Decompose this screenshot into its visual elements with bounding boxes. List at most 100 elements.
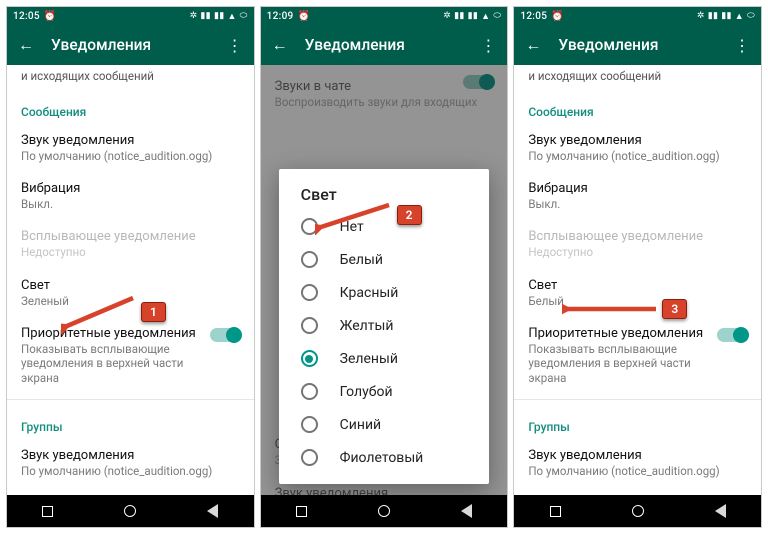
- setting-vibration[interactable]: Вибрация Выкл.: [528, 173, 747, 221]
- option-label: Зеленый: [340, 351, 398, 367]
- section-header-messages: Сообщения: [21, 85, 240, 125]
- setting-priority[interactable]: Приоритетные уведомления Показывать вспл…: [528, 318, 747, 395]
- setting-group-vibration[interactable]: Вибрация: [21, 489, 240, 495]
- setting-priority[interactable]: Приоритетные уведомления Показывать вспл…: [21, 318, 240, 395]
- option-label: Желтый: [340, 318, 394, 334]
- section-header-groups: Группы: [528, 400, 747, 440]
- overflow-menu-button[interactable]: ⋮: [477, 36, 499, 55]
- arrow-left-icon: ←: [18, 35, 34, 55]
- home-button[interactable]: [124, 505, 136, 517]
- status-indicators: ✲ ▮▮ ▮▮ ▲ ⬭: [443, 11, 501, 22]
- recent-apps-button[interactable]: [296, 506, 307, 517]
- phone-screen-2: 12:09 ⏰ ✲ ▮▮ ▮▮ ▲ ⬭ ← Уведомления ⋮ Звук…: [260, 6, 509, 528]
- status-time: 12:05: [13, 11, 40, 22]
- light-option-purple[interactable]: Фиолетовый: [283, 441, 486, 474]
- arrow-left-icon: ←: [272, 35, 288, 55]
- back-button[interactable]: ←: [15, 34, 37, 56]
- setting-subtitle: По умолчанию (notice_audition.ogg): [21, 464, 240, 478]
- battery-icon: ⬭: [493, 11, 501, 21]
- light-option-cyan[interactable]: Голубой: [283, 375, 486, 408]
- back-button[interactable]: ←: [522, 34, 544, 56]
- light-option-none[interactable]: Нет: [283, 210, 486, 243]
- setting-subtitle: Белый: [528, 294, 747, 308]
- light-dialog: Свет Нет Белый Красный Желтый Зеленый Го…: [279, 169, 490, 484]
- setting-light[interactable]: Свет Белый: [528, 270, 747, 318]
- section-header-messages: Сообщения: [528, 85, 747, 125]
- bluetooth-icon: ✲: [443, 11, 451, 21]
- content-area: Звуки в чате Воспроизводить звуки для вх…: [261, 65, 508, 495]
- radio-icon: [301, 251, 318, 268]
- option-label: Синий: [340, 417, 381, 433]
- setting-notification-tone[interactable]: Звук уведомления По умолчанию (notice_au…: [528, 125, 747, 173]
- alarm-icon: ⏰: [298, 11, 311, 22]
- setting-group-tone[interactable]: Звук уведомления По умолчанию (notice_au…: [21, 440, 240, 488]
- android-nav-bar: [7, 495, 254, 527]
- option-label: Фиолетовый: [340, 450, 424, 466]
- setting-title: Звук уведомления: [21, 448, 240, 463]
- radio-icon: [301, 416, 318, 433]
- status-time: 12:09: [267, 11, 294, 22]
- content-area[interactable]: и исходящих сообщений Сообщения Звук уве…: [7, 65, 254, 495]
- home-button[interactable]: [378, 505, 390, 517]
- bluetooth-icon: ✲: [697, 11, 705, 21]
- status-bar: 12:09 ⏰ ✲ ▮▮ ▮▮ ▲ ⬭: [261, 7, 508, 25]
- app-bar: ← Уведомления ⋮: [261, 25, 508, 65]
- setting-group-vibration[interactable]: Вибрация: [528, 489, 747, 495]
- battery-icon: ⬭: [240, 11, 248, 21]
- overflow-menu-button[interactable]: ⋮: [731, 36, 753, 55]
- back-button[interactable]: ←: [269, 34, 291, 56]
- status-indicators: ✲ ▮▮ ▮▮ ▲ ⬭: [697, 11, 755, 22]
- status-bar: 12:05 ⏰ ✲ ▮▮ ▮▮ ▲ ⬭: [7, 7, 254, 25]
- light-option-red[interactable]: Красный: [283, 276, 486, 309]
- setting-notification-tone[interactable]: Звук уведомления По умолчанию (notice_au…: [21, 125, 240, 173]
- setting-title: Звук уведомления: [21, 133, 240, 148]
- phone-screen-3: 12:05 ⏰ ✲ ▮▮ ▮▮ ▲ ⬭ ← Уведомления ⋮ и ис…: [513, 6, 762, 528]
- setting-title: Всплывающее уведомление: [21, 229, 240, 244]
- overflow-menu-button[interactable]: ⋮: [224, 36, 246, 55]
- setting-title: Всплывающее уведомление: [528, 229, 747, 244]
- signal-icon: ▮▮: [468, 11, 479, 21]
- setting-light[interactable]: Свет Зеленый: [21, 270, 240, 318]
- setting-title: Приоритетные уведомления: [21, 326, 240, 341]
- recent-apps-button[interactable]: [42, 506, 53, 517]
- setting-group-tone[interactable]: Звук уведомления По умолчанию (notice_au…: [528, 440, 747, 488]
- battery-icon: ⬭: [747, 11, 755, 21]
- light-option-green[interactable]: Зеленый: [283, 342, 486, 375]
- priority-switch[interactable]: [210, 328, 240, 342]
- dialog-title: Свет: [283, 185, 486, 210]
- truncated-text: и исходящих сообщений: [21, 65, 240, 85]
- back-nav-button[interactable]: [461, 504, 472, 518]
- light-option-blue[interactable]: Синий: [283, 408, 486, 441]
- home-button[interactable]: [632, 505, 644, 517]
- content-area[interactable]: и исходящих сообщений Сообщения Звук уве…: [514, 65, 761, 495]
- android-nav-bar: [261, 495, 508, 527]
- back-nav-button[interactable]: [715, 504, 726, 518]
- setting-title: Свет: [21, 278, 240, 293]
- option-label: Белый: [340, 252, 383, 268]
- radio-icon: [301, 317, 318, 334]
- section-header-groups: Группы: [21, 400, 240, 440]
- setting-title: Звук уведомления: [528, 133, 747, 148]
- alarm-icon: ⏰: [551, 11, 564, 22]
- setting-subtitle: По умолчанию (notice_audition.ogg): [528, 149, 747, 163]
- status-time: 12:05: [520, 11, 547, 22]
- setting-subtitle: По умолчанию (notice_audition.ogg): [528, 464, 747, 478]
- setting-popup: Всплывающее уведомление Недоступно: [21, 221, 240, 269]
- radio-icon: [301, 218, 318, 235]
- radio-icon: [301, 449, 318, 466]
- signal-icon: ▮▮: [708, 11, 719, 21]
- wifi-icon: ▲: [481, 11, 490, 22]
- recent-apps-button[interactable]: [550, 506, 561, 517]
- light-option-yellow[interactable]: Желтый: [283, 309, 486, 342]
- setting-title: Вибрация: [21, 181, 240, 196]
- alarm-icon: ⏰: [44, 11, 57, 22]
- light-option-white[interactable]: Белый: [283, 243, 486, 276]
- setting-subtitle: Показывать всплывающие уведомления в вер…: [21, 342, 205, 385]
- priority-switch[interactable]: [717, 328, 747, 342]
- option-label: Голубой: [340, 384, 393, 400]
- setting-subtitle: Зеленый: [21, 294, 240, 308]
- setting-vibration[interactable]: Вибрация Выкл.: [21, 173, 240, 221]
- back-nav-button[interactable]: [207, 504, 218, 518]
- more-vertical-icon: ⋮: [734, 36, 750, 55]
- app-bar: ← Уведомления ⋮: [7, 25, 254, 65]
